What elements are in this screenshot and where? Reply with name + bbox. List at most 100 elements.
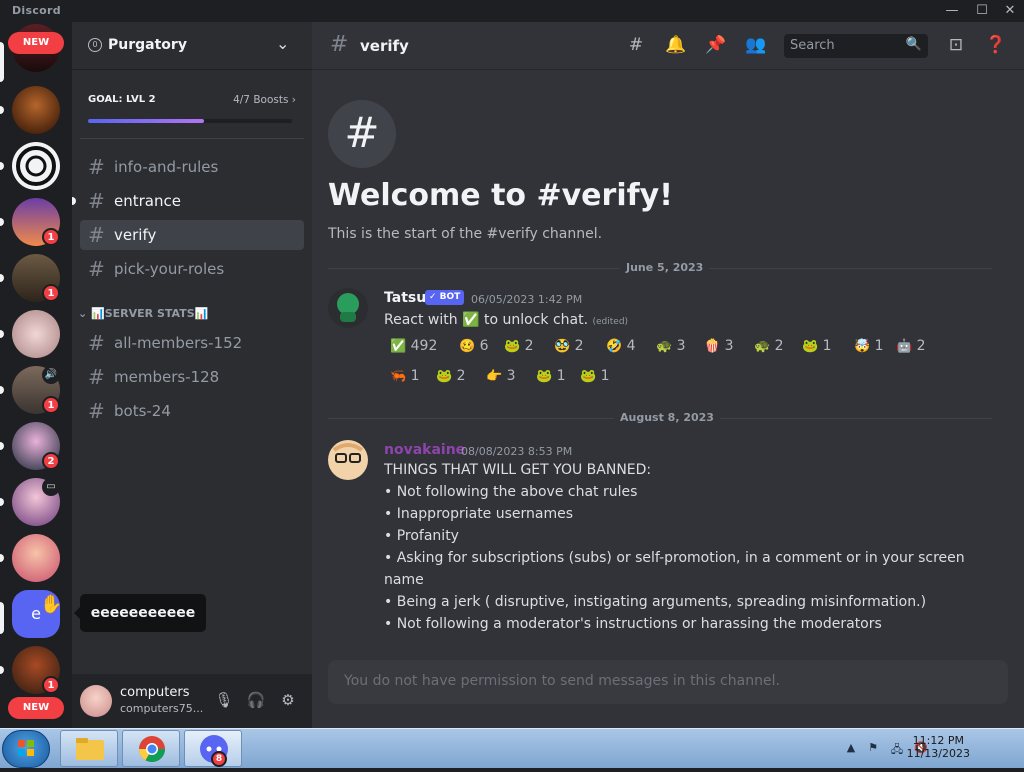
hash-icon: # <box>88 155 105 179</box>
channel-label: pick-your-roles <box>114 260 225 278</box>
message-line: • Not following the above chat rules <box>384 484 638 500</box>
close-button[interactable]: ✕ <box>998 2 1022 20</box>
server-icon[interactable] <box>12 534 60 582</box>
threads-icon[interactable]: # <box>624 35 648 57</box>
message-line: • Asking for subscriptions (subs) or sel… <box>384 550 965 566</box>
unread-dot <box>0 274 4 282</box>
reaction-button[interactable]: 🤖 2 <box>890 334 932 358</box>
server-icon[interactable] <box>12 142 60 190</box>
chrome-taskbar-button[interactable] <box>122 730 180 767</box>
channel-entrance[interactable]: # entrance <box>80 186 304 216</box>
reaction-button[interactable]: 🥴 6 <box>453 334 495 358</box>
message-line: • Inappropriate usernames <box>384 506 574 522</box>
headphones-icon[interactable]: 🎧 <box>245 691 267 713</box>
reaction-button[interactable]: 🤯 1 <box>848 334 890 358</box>
reaction-emoji-icon: 🤯 <box>854 339 871 354</box>
user-avatar[interactable] <box>80 685 112 717</box>
channel-verify[interactable]: # verify <box>80 220 304 250</box>
start-button[interactable] <box>2 730 50 768</box>
server-icon[interactable] <box>12 310 60 358</box>
user-tag: computers75... <box>120 702 204 715</box>
boost-count-text: 4/7 Boosts <box>233 94 289 106</box>
reaction-emoji-icon: 🐸 <box>436 369 453 384</box>
author-name[interactable]: novakaine <box>384 442 465 458</box>
reaction-button[interactable]: 🐸 1 <box>574 364 616 388</box>
clock[interactable]: 11:12 PM 11/13/2023 <box>907 734 970 760</box>
message-line: • Profanity <box>384 528 459 544</box>
user-name[interactable]: computers <box>120 685 189 700</box>
reaction-button[interactable]: ✅ 492 <box>384 334 443 358</box>
mention-badge: 1 <box>42 284 60 302</box>
category-server-stats[interactable]: ⌄ 📊SERVER STATS📊 <box>78 307 208 320</box>
welcome-title: Welcome to #verify! <box>328 178 673 213</box>
tray-expand-icon[interactable]: ▲ <box>844 741 858 755</box>
reaction-button[interactable]: 🦐 1 <box>384 364 426 388</box>
server-tooltip: eeeeeeeeeee <box>80 594 206 632</box>
reaction-button[interactable]: 🤣 4 <box>600 334 642 358</box>
app-title: Discord <box>12 4 61 17</box>
mention-badge: 1 <box>42 396 60 414</box>
folder-icon <box>76 738 104 760</box>
hash-icon: # <box>88 223 105 247</box>
new-pill-top[interactable]: NEW <box>8 32 64 54</box>
tatsu-avatar-icon <box>337 293 359 322</box>
new-pill-bottom[interactable]: NEW <box>8 697 64 719</box>
server-rail: NEW 1 1 🔊 1 2 ▭ e ✋ 1 NEW <box>0 22 72 728</box>
channel-label: bots-24 <box>114 402 171 420</box>
pin-icon[interactable]: 📌 <box>704 35 728 57</box>
explorer-taskbar-button[interactable] <box>60 730 118 767</box>
hash-icon: # <box>88 189 105 213</box>
minimize-button[interactable]: — <box>940 2 964 20</box>
chrome-icon <box>138 736 166 763</box>
reaction-count: 2 <box>520 338 534 354</box>
reaction-button[interactable]: 🐸 1 <box>530 364 572 388</box>
maximize-button[interactable]: ☐ <box>970 2 994 20</box>
reaction-count: 1 <box>552 368 566 384</box>
channel-members[interactable]: # members-128 <box>80 362 304 392</box>
boost-goal[interactable]: GOAL: LVL 2 4/7 Boosts › <box>88 94 296 134</box>
date-label: August 8, 2023 <box>614 411 720 424</box>
taskbar-badge: 8 <box>211 751 227 767</box>
clock-time: 11:12 PM <box>912 734 964 747</box>
reaction-button[interactable]: 🥸 2 <box>548 334 590 358</box>
hash-icon: # <box>88 399 105 423</box>
discord-taskbar-button[interactable]: 8 <box>184 730 242 767</box>
search-input[interactable]: Search 🔍 <box>784 34 928 58</box>
reaction-button[interactable]: 🐸 2 <box>430 364 472 388</box>
reaction-button[interactable]: 🐢 3 <box>650 334 692 358</box>
guild-header[interactable]: 0 Purgatory ⌄ <box>72 22 312 70</box>
boost-goal-label: GOAL: LVL 2 <box>88 94 156 105</box>
reaction-button[interactable]: 🐸 2 <box>498 334 540 358</box>
channel-info-and-rules[interactable]: # info-and-rules <box>80 152 304 182</box>
members-icon[interactable]: 👥 <box>744 35 768 57</box>
reaction-button[interactable]: 🐢 2 <box>748 334 790 358</box>
help-icon[interactable]: ❓ <box>984 35 1008 57</box>
mention-badge: 1 <box>42 676 60 694</box>
chat-area: # verify # 🔔 📌 👥 Search 🔍 ⊡ ❓ # Welcome … <box>312 22 1024 728</box>
author-name[interactable]: Tatsu <box>384 290 426 306</box>
reaction-button[interactable]: 👉 3 <box>480 364 522 388</box>
microphone-icon[interactable]: 🎙 <box>213 691 235 713</box>
reaction-button[interactable]: 🐸 1 <box>796 334 838 358</box>
reaction-button[interactable]: 🍿 3 <box>698 334 740 358</box>
reaction-count: 1 <box>818 338 832 354</box>
reaction-count: 2 <box>452 368 466 384</box>
channel-label: all-members-152 <box>114 334 243 352</box>
channel-all-members[interactable]: # all-members-152 <box>80 328 304 358</box>
reaction-emoji-icon: 🤖 <box>896 339 913 354</box>
author-avatar[interactable] <box>328 288 368 328</box>
author-avatar[interactable] <box>328 440 368 480</box>
server-icon[interactable] <box>12 86 60 134</box>
action-center-icon[interactable]: ⚑ <box>866 741 880 755</box>
settings-gear-icon[interactable]: ⚙ <box>277 691 299 713</box>
message-line: name <box>384 572 424 588</box>
inbox-icon[interactable]: ⊡ <box>944 35 968 57</box>
reaction-emoji-icon: 🐢 <box>754 339 771 354</box>
reaction-emoji-icon: ✅ <box>390 339 407 354</box>
channel-bots[interactable]: # bots-24 <box>80 396 304 426</box>
bell-icon[interactable]: 🔔 <box>664 35 688 57</box>
channel-pick-your-roles[interactable]: # pick-your-roles <box>80 254 304 284</box>
network-icon[interactable]: 🖧 <box>890 741 904 756</box>
message-composer[interactable]: You do not have permission to send messa… <box>328 660 1008 704</box>
channel-title: verify <box>360 37 409 55</box>
